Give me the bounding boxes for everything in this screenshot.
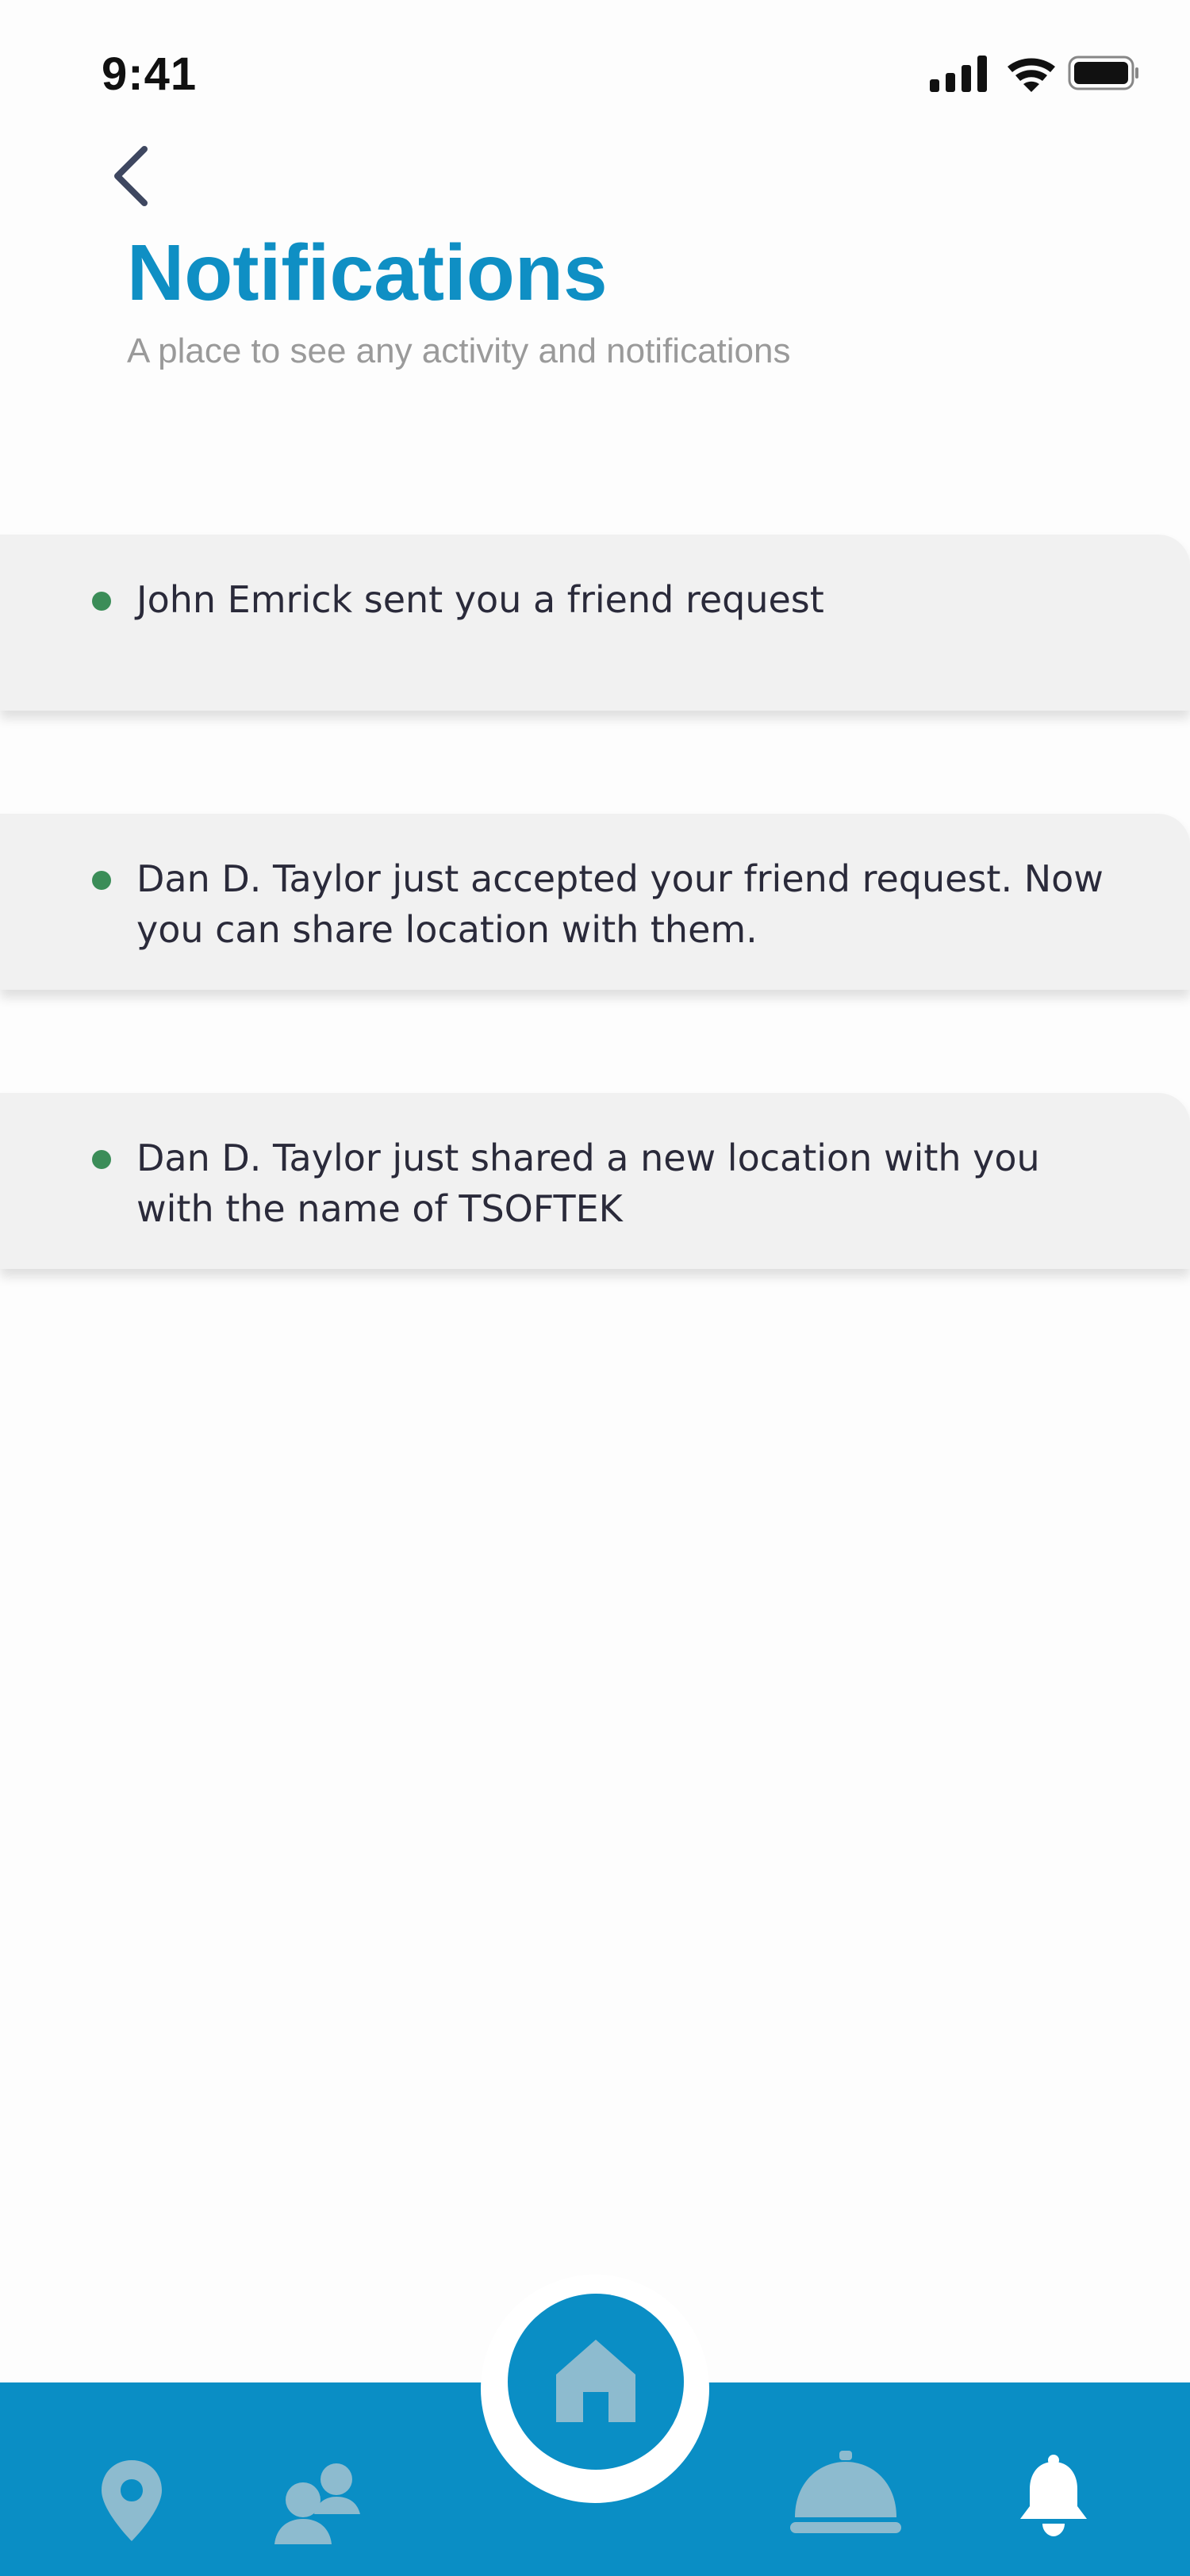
notification-text: John Emrick sent you a friend request xyxy=(136,578,824,621)
tab-services[interactable] xyxy=(790,2451,901,2537)
page-subtitle: A place to see any activity and notifica… xyxy=(127,332,791,370)
notification-text: Dan D. Taylor just accepted your friend … xyxy=(136,857,1104,951)
notification-card[interactable]: Dan D. Taylor just shared a new location… xyxy=(0,1093,1190,1269)
tab-friends[interactable] xyxy=(274,2462,362,2548)
service-bell-icon xyxy=(790,2451,901,2533)
unread-indicator xyxy=(92,871,111,890)
home-button[interactable] xyxy=(508,2294,684,2470)
notification-text: Dan D. Taylor just shared a new location… xyxy=(136,1137,1040,1230)
unread-indicator xyxy=(92,1150,111,1169)
cellular-signal-icon xyxy=(930,56,987,92)
home-icon xyxy=(556,2340,635,2422)
status-bar: 9:41 xyxy=(0,0,1190,143)
status-time: 9:41 xyxy=(102,48,198,100)
tab-notifications[interactable] xyxy=(1019,2454,1088,2540)
chevron-left-icon xyxy=(114,146,148,206)
notification-card[interactable]: Dan D. Taylor just accepted your friend … xyxy=(0,814,1190,990)
battery-icon xyxy=(1068,56,1138,90)
tab-map[interactable] xyxy=(100,2459,163,2547)
page-title: Notifications xyxy=(127,228,608,317)
status-icons xyxy=(925,52,1139,94)
location-pin-icon xyxy=(102,2460,162,2541)
wifi-icon xyxy=(1008,58,1055,92)
back-button[interactable] xyxy=(95,135,167,214)
friends-icon xyxy=(274,2463,360,2544)
unread-indicator xyxy=(92,592,111,611)
notification-card[interactable]: John Emrick sent you a friend request xyxy=(0,535,1190,711)
bell-icon xyxy=(1020,2455,1087,2536)
